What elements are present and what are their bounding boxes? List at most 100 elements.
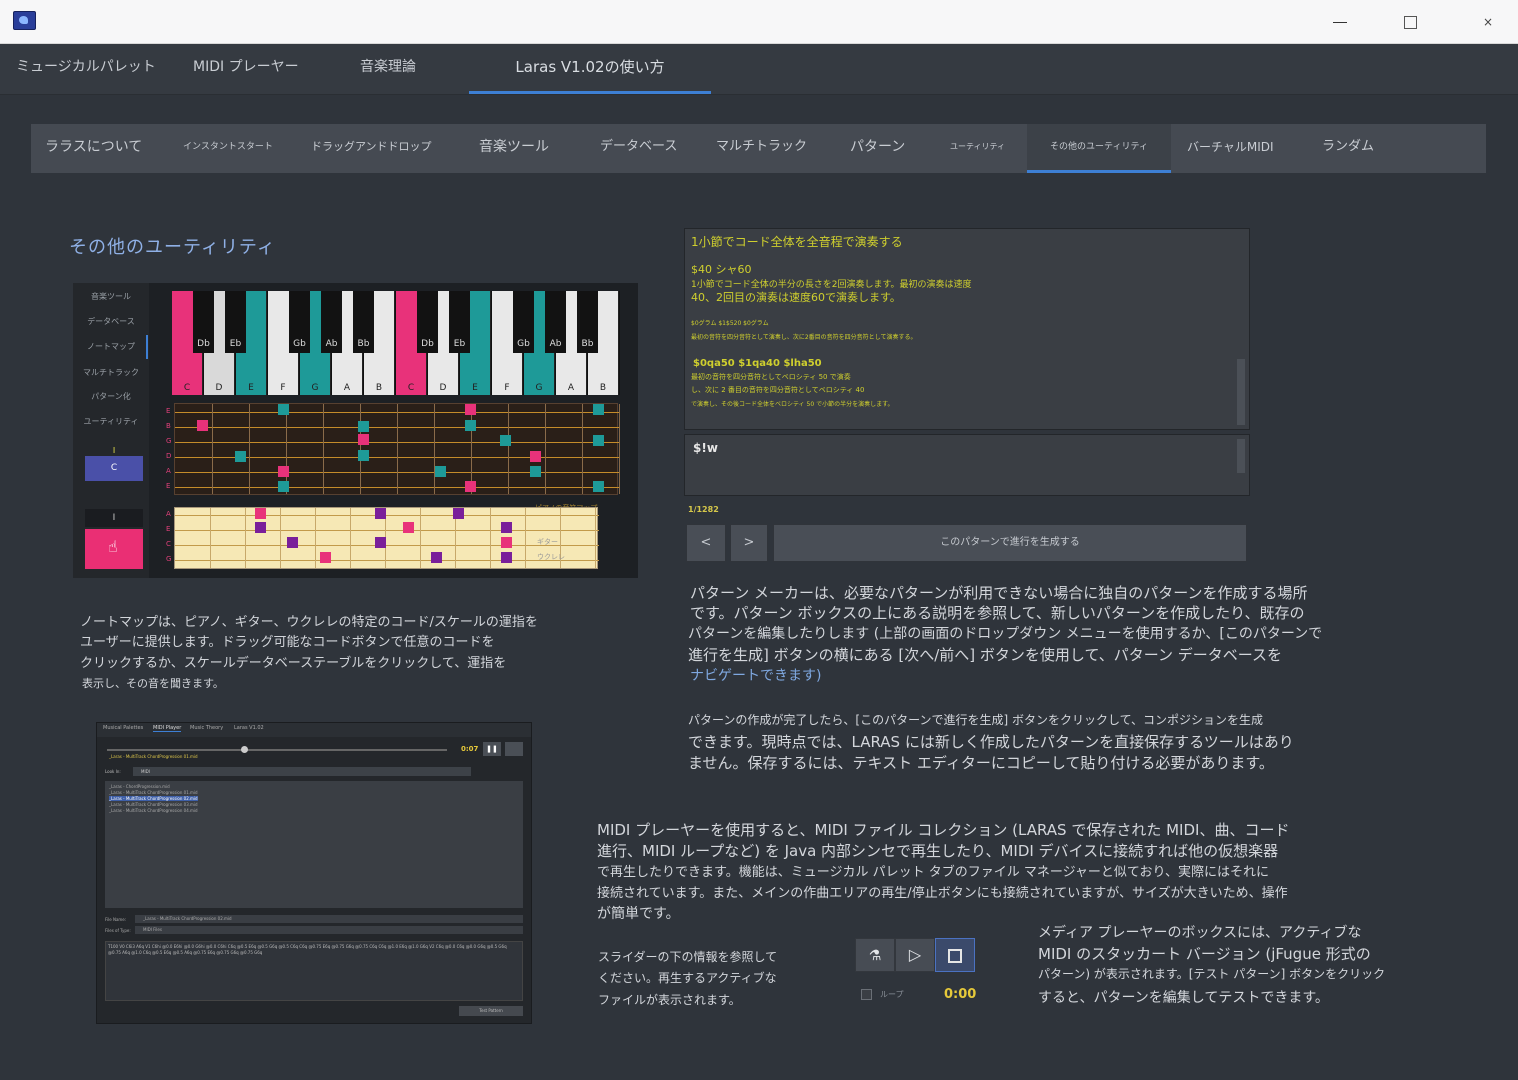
generate-progression-button[interactable]: このパターンで進行を生成する: [773, 524, 1247, 562]
piano-key-label: C: [183, 383, 191, 393]
piano-black-key: Eb: [225, 291, 246, 353]
ukulele-fret: [315, 508, 316, 568]
tab-drag-drop[interactable]: ドラッグアンドドロップ: [311, 124, 432, 173]
piano-key-label: C: [407, 383, 415, 393]
mp-file-item: _Laras - MultiTrack ChordProgression 03.…: [109, 802, 198, 807]
guitar-fret: [582, 404, 583, 494]
piano-key-label: Eb: [229, 339, 242, 349]
pattern-line: $0qa50 $1qa40 $lha50: [693, 358, 822, 369]
tab-musical-palette[interactable]: ミュージカルパレット: [16, 44, 156, 94]
piano-key-label: B: [599, 383, 607, 393]
next-pattern-button[interactable]: >: [730, 524, 768, 562]
drag-chord-button[interactable]: ☝: [85, 529, 143, 569]
prev-pattern-button[interactable]: <: [686, 524, 726, 562]
tab-pattern[interactable]: パターン: [850, 124, 905, 173]
mp-tabbar: Musical Palettes MIDI Player Music Theor…: [97, 723, 531, 737]
pattern-input-box[interactable]: $!w: [684, 434, 1250, 496]
ukulele-string: [175, 530, 599, 531]
tab-multitrack[interactable]: マルチトラック: [716, 124, 807, 173]
media-desc-line: MIDI のスタッカート バージョン (jFugue 形式の: [1038, 945, 1371, 963]
close-button[interactable]: ×: [1466, 8, 1510, 36]
tab-other-utility[interactable]: その他のユーティリティ: [1027, 124, 1171, 173]
pattern-line: $40 シャ60: [691, 263, 752, 276]
note-marker: [403, 522, 414, 533]
tab-random[interactable]: ランダム: [1322, 124, 1374, 173]
pattern-input-scrollbar[interactable]: [1237, 439, 1245, 473]
tab-music-theory[interactable]: 音楽理論: [360, 44, 416, 94]
mp-tab: Laras V1.02: [234, 725, 264, 731]
loop-checkbox[interactable]: [861, 989, 872, 1000]
mp-lookin-label: Look In:: [105, 769, 121, 774]
media-desc-line: パターン) が表示されます。[テスト パターン] ボタンをクリック: [1038, 967, 1386, 981]
section-title: その他のユーティリティ: [69, 237, 276, 258]
chord-degree: I: [112, 446, 116, 455]
app-icon: [13, 11, 36, 30]
tab-utility[interactable]: ユーティリティ: [950, 124, 1005, 173]
tab-laras-howto[interactable]: Laras V1.02の使い方: [469, 44, 711, 94]
note-marker: [278, 481, 289, 492]
maximize-button[interactable]: [1388, 8, 1432, 36]
notemap-desc-line: 表示し、その音を聞きます。: [82, 677, 224, 690]
ukulele-string-label: E: [166, 525, 171, 533]
guitar-string-label: B: [166, 422, 171, 430]
pattern-input-text: $!w: [693, 441, 718, 455]
minimize-button[interactable]: [1318, 8, 1362, 36]
mp-stop-icon: [505, 742, 523, 756]
pattern-desc-line: ナビゲートできます): [690, 668, 822, 684]
note-marker: [358, 421, 369, 432]
tab-music-tools[interactable]: 音楽ツール: [479, 124, 549, 173]
tab-instant-start[interactable]: インスタントスタート: [183, 124, 273, 173]
media-desc-line: すると、パターンを編集してテストできます。: [1038, 990, 1329, 1006]
nm-side-item: パターン化: [91, 392, 131, 401]
piano-key-label: D: [439, 383, 447, 393]
piano-black-key: Eb: [449, 291, 470, 353]
note-marker: [235, 451, 246, 462]
pattern-desc2-line: パターンの作成が完了したら、[このパターンで進行を生成] ボタンをクリックして、…: [688, 713, 1264, 727]
piano-black-key: Bb: [577, 291, 598, 353]
chord-button-c[interactable]: C: [85, 456, 143, 481]
tab-virtual-midi[interactable]: バーチャルMIDI: [1187, 124, 1274, 173]
slider-desc-line: ファイルが表示されます。: [598, 993, 741, 1007]
ukulele-fret: [280, 508, 281, 568]
ukulele-fret: [350, 508, 351, 568]
tab-about[interactable]: ララスについて: [45, 124, 142, 173]
test-pattern-button[interactable]: ⚗: [855, 938, 895, 972]
piano-key-label: E: [248, 383, 254, 393]
pattern-line: 1小節でコード全体を全音程で演奏する: [691, 235, 903, 249]
note-marker: [465, 404, 476, 415]
pattern-counter: 1/1282: [688, 505, 719, 514]
guitar-string-label: D: [166, 452, 172, 460]
tab-midi-player[interactable]: MIDI プレーヤー: [193, 44, 299, 94]
guitar-fretboard: EBGDAE: [166, 403, 620, 495]
chord-degree-2: I: [85, 509, 143, 527]
ukulele-fret: [595, 508, 596, 568]
guitar-fret: [508, 404, 509, 494]
pattern-desc-line: パターン メーカーは、必要なパターンが利用できない場合に独自のパターンを作成する…: [690, 584, 1308, 602]
tab-database[interactable]: データベース: [600, 124, 677, 173]
mp-tab: Musical Palettes: [103, 725, 144, 731]
media-desc-line: メディア プレーヤーのボックスには、アクティブな: [1038, 925, 1362, 941]
notemap-desc-line: ユーザーに提供します。ドラッグ可能なコードボタンで任意のコードを: [80, 635, 495, 650]
piano-key-label: F: [504, 383, 510, 393]
ukulele-fretboard: AECG: [166, 507, 599, 569]
mp-lookin-select: MIDI: [133, 767, 471, 776]
note-marker: [255, 522, 266, 533]
midi-desc-line: が簡単です。: [597, 906, 680, 922]
note-marker: [501, 537, 512, 548]
pattern-line: 最初の音符を四分音符として演奏し、次に2番目の音符を四分音符として演奏する。: [691, 334, 917, 341]
pattern-desc2-line: ません。保存するには、テキスト エディターにコピーして貼り付ける必要があります。: [688, 754, 1274, 772]
stop-button[interactable]: [935, 938, 975, 972]
midi-player-screenshot: Musical Palettes MIDI Player Music Theor…: [96, 722, 532, 1024]
note-marker: [375, 537, 386, 548]
ukulele-string: [175, 515, 599, 516]
piano-key-label: Bb: [581, 339, 594, 349]
pattern-scrollbar[interactable]: [1237, 359, 1245, 425]
pattern-line: し、次に 2 番目の音符を四分音符としてベロシティ 40: [691, 386, 865, 394]
play-button[interactable]: ▷: [895, 938, 935, 972]
pattern-desc2-line: できます。現時点では、LARAS には新しく作成したパターンを直接保存するツール…: [688, 733, 1294, 751]
note-marker: [501, 552, 512, 563]
hand-cursor-icon: ☝: [108, 537, 118, 556]
ukulele-fret: [490, 508, 491, 568]
piano-key-label: Gb: [293, 339, 306, 349]
note-marker: [530, 466, 541, 477]
